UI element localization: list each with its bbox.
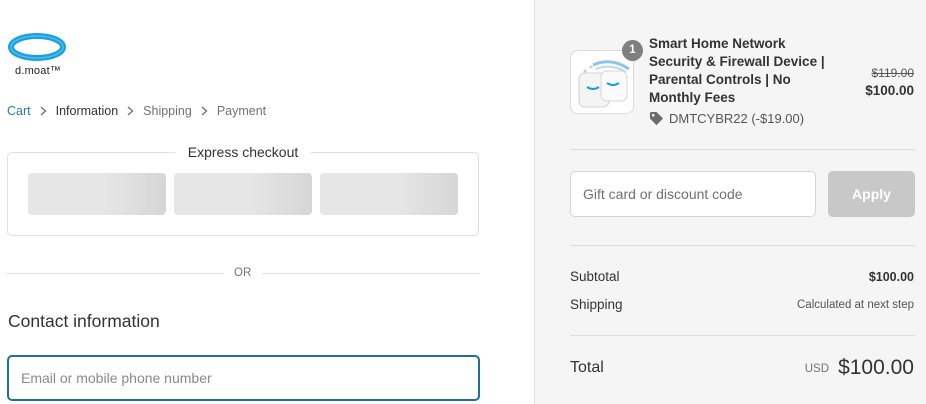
total-currency: USD: [804, 363, 829, 375]
breadcrumb-cart[interactable]: Cart: [7, 104, 31, 118]
subtotal-value: $100.00: [868, 270, 914, 284]
express-checkout-title: Express checkout: [175, 144, 311, 160]
product-name: Smart Home Network Security & Firewall D…: [649, 36, 825, 105]
discount-code-input[interactable]: [570, 171, 816, 217]
subtotal-label: Subtotal: [570, 269, 620, 284]
logo-text: d.moat™: [15, 65, 62, 77]
product-thumbnail: [570, 50, 634, 114]
tag-icon: [649, 111, 664, 126]
breadcrumb: Cart Information Shipping Payment: [7, 104, 266, 118]
divider-line-left: [7, 273, 224, 274]
shipping-label: Shipping: [570, 297, 623, 312]
chevron-right-icon: [31, 106, 56, 116]
original-price: $119.00: [871, 66, 915, 80]
discount-code-text: DMTCYBR22 (-$19.00): [669, 111, 805, 126]
breadcrumb-payment: Payment: [216, 104, 267, 118]
breadcrumb-shipping: Shipping: [143, 104, 192, 118]
express-pay-button-2[interactable]: [174, 173, 312, 215]
express-checkout-section: Express checkout: [7, 144, 479, 236]
express-pay-button-1[interactable]: [28, 173, 166, 215]
router-device-icon: [578, 60, 630, 108]
chevron-right-icon: [192, 106, 217, 116]
breadcrumb-information: Information: [55, 104, 119, 118]
quantity-badge: 1: [622, 40, 643, 61]
divider: [570, 335, 915, 336]
shipping-value: Calculated at next step: [797, 299, 914, 311]
order-summary-panel: 1 Smart Home Network Security & Firewall…: [534, 0, 926, 404]
item-price: $100.00: [865, 83, 914, 98]
or-divider-label: OR: [234, 267, 252, 279]
dmoat-logo[interactable]: d.moat™: [7, 32, 69, 78]
apply-discount-button[interactable]: Apply: [828, 171, 915, 217]
logo-ring-icon: [8, 33, 66, 61]
total-value: $100.00: [838, 356, 914, 379]
contact-information-heading: Contact information: [8, 311, 160, 331]
total-label: Total: [570, 359, 604, 376]
divider-line-right: [262, 273, 480, 274]
divider: [570, 245, 915, 246]
divider: [570, 149, 915, 150]
applied-discount: DMTCYBR22 (-$19.00): [649, 111, 804, 126]
chevron-right-icon: [118, 106, 143, 116]
checkout-main-panel: d.moat™ Cart Information Shipping Paymen…: [0, 0, 534, 404]
email-field[interactable]: [7, 355, 480, 401]
express-pay-button-3[interactable]: [320, 173, 458, 215]
